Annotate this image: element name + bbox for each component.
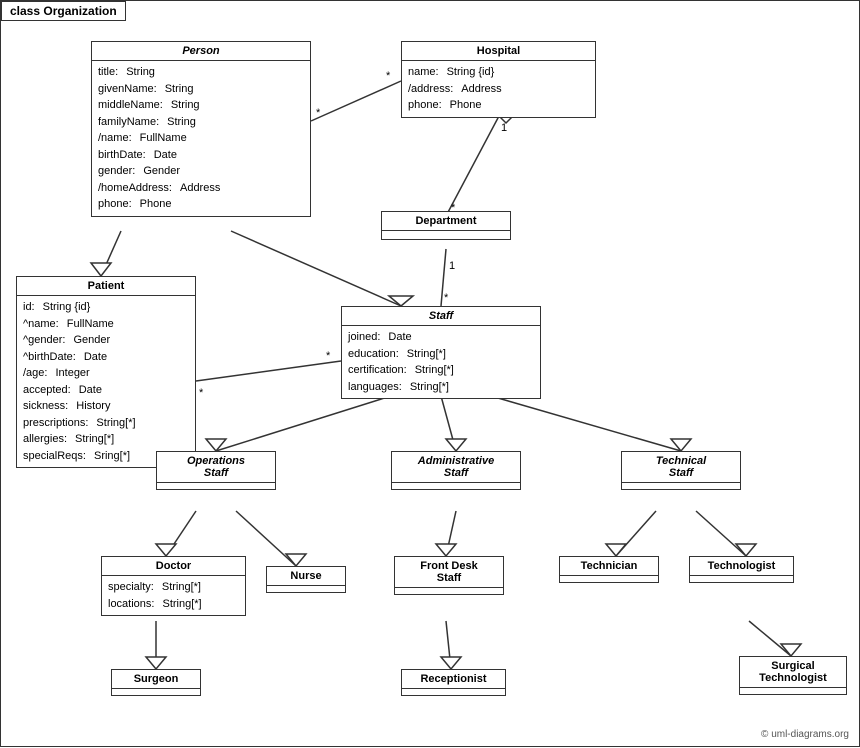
class-patient-body: id:String {id} ^name:FullName ^gender:Ge… — [17, 296, 195, 467]
class-operations-staff: OperationsStaff — [156, 451, 276, 490]
svg-text:*: * — [199, 387, 204, 399]
class-department-header: Department — [382, 212, 510, 231]
class-surgical-technologist: SurgicalTechnologist — [739, 656, 847, 695]
class-staff-header: Staff — [342, 307, 540, 326]
class-technologist: Technologist — [689, 556, 794, 583]
class-surgeon-header: Surgeon — [112, 670, 200, 689]
class-nurse-body — [267, 586, 345, 592]
class-person: Person title:String givenName:String mid… — [91, 41, 311, 217]
class-hospital: Hospital name:String {id} /address:Addre… — [401, 41, 596, 118]
class-doctor-header: Doctor — [102, 557, 245, 576]
class-surgeon-body — [112, 689, 200, 695]
class-admin-staff-body — [392, 483, 520, 489]
class-department-body — [382, 231, 510, 239]
diagram-title: class Organization — [1, 1, 126, 21]
class-technologist-header: Technologist — [690, 557, 793, 576]
diagram-container: class Organization * * 1 * 1 * * * — [0, 0, 860, 747]
svg-text:*: * — [326, 350, 331, 362]
class-receptionist: Receptionist — [401, 669, 506, 696]
class-surgical-technologist-header: SurgicalTechnologist — [740, 657, 846, 688]
copyright-text: © uml-diagrams.org — [761, 729, 849, 740]
class-front-desk-staff-header: Front DeskStaff — [395, 557, 503, 588]
class-operations-staff-body — [157, 483, 275, 489]
class-admin-staff-header: AdministrativeStaff — [392, 452, 520, 483]
class-surgeon: Surgeon — [111, 669, 201, 696]
class-front-desk-staff-body — [395, 588, 503, 594]
class-staff: Staff joined:Date education:String[*] ce… — [341, 306, 541, 399]
class-technician-body — [560, 576, 658, 582]
class-staff-body: joined:Date education:String[*] certific… — [342, 326, 540, 398]
class-technical-staff-body — [622, 483, 740, 489]
class-doctor: Doctor specialty:String[*] locations:Str… — [101, 556, 246, 616]
class-doctor-body: specialty:String[*] locations:String[*] — [102, 576, 245, 615]
class-patient-header: Patient — [17, 277, 195, 296]
class-nurse-header: Nurse — [267, 567, 345, 586]
svg-text:*: * — [444, 292, 449, 304]
class-technician-header: Technician — [560, 557, 658, 576]
svg-text:*: * — [386, 70, 391, 82]
class-front-desk-staff: Front DeskStaff — [394, 556, 504, 595]
class-receptionist-header: Receptionist — [402, 670, 505, 689]
class-surgical-technologist-body — [740, 688, 846, 694]
class-technician: Technician — [559, 556, 659, 583]
class-patient: Patient id:String {id} ^name:FullName ^g… — [16, 276, 196, 468]
class-hospital-header: Hospital — [402, 42, 595, 61]
svg-text:1: 1 — [449, 260, 455, 272]
class-hospital-body: name:String {id} /address:Address phone:… — [402, 61, 595, 117]
class-technical-staff: TechnicalStaff — [621, 451, 741, 490]
class-technologist-body — [690, 576, 793, 582]
class-technical-staff-header: TechnicalStaff — [622, 452, 740, 483]
class-nurse: Nurse — [266, 566, 346, 593]
class-person-header: Person — [92, 42, 310, 61]
class-operations-staff-header: OperationsStaff — [157, 452, 275, 483]
class-department: Department — [381, 211, 511, 240]
svg-text:1: 1 — [501, 122, 507, 134]
class-receptionist-body — [402, 689, 505, 695]
class-admin-staff: AdministrativeStaff — [391, 451, 521, 490]
class-person-body: title:String givenName:String middleName… — [92, 61, 310, 216]
svg-text:*: * — [316, 107, 321, 119]
